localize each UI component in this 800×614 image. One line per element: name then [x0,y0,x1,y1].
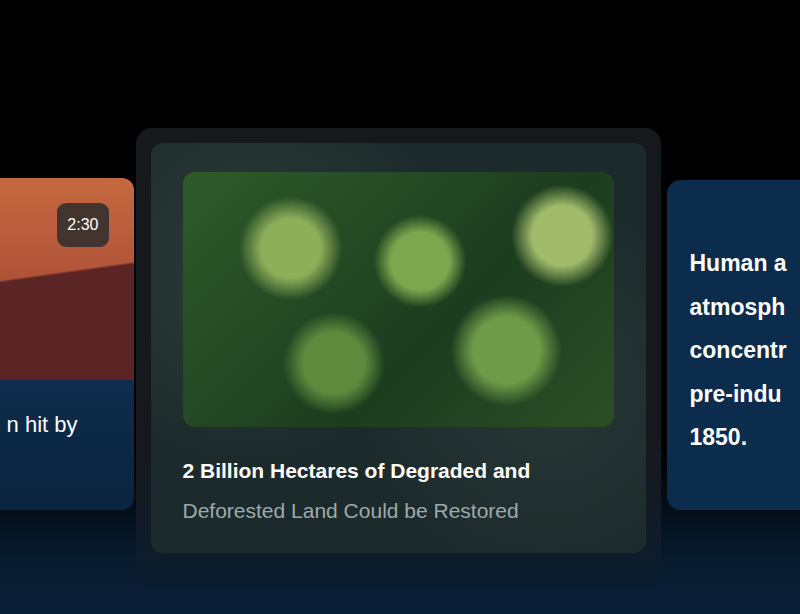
duration-badge: 2:30 [57,203,108,247]
fact-card[interactable]: Human aatmosphconcentrpre-indu1850. [667,180,800,510]
fact-text-line: concentr [690,329,800,373]
article-card-frame[interactable]: 2 Billion Hectares of Degraded andDefore… [136,128,661,588]
card-track[interactable]: 2:30 n hit by 2 Billion Hectares of Degr… [0,0,800,614]
forest-photo [183,172,614,427]
video-thumbnail: 2:30 [0,178,134,380]
video-card[interactable]: 2:30 n hit by [0,178,134,510]
card-caption: n hit by [0,380,134,510]
fact-text-line: Human a [690,242,800,286]
carousel: 2:30 n hit by 2 Billion Hectares of Degr… [0,0,800,614]
fact-text-line: pre-indu [690,373,800,417]
fact-text-line: 1850. [690,416,800,460]
article-card[interactable]: 2 Billion Hectares of Degraded andDefore… [151,143,646,553]
fact-text-line: atmosph [690,286,800,330]
article-title: 2 Billion Hectares of Degraded andDefore… [183,451,618,531]
